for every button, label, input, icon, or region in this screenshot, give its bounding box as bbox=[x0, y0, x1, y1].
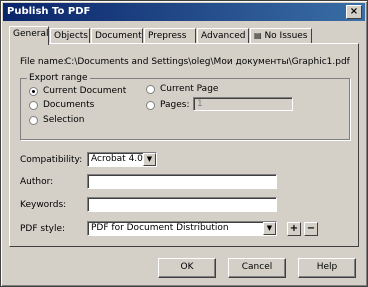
general-panel: File name: C:\Documents and Settings\ole… bbox=[9, 43, 359, 247]
publish-to-pdf-dialog: Publish To PDF × General Objects Documen… bbox=[0, 0, 368, 287]
current-page-label: Current Page bbox=[160, 84, 219, 94]
pdf-style-value: PDF for Document Distribution bbox=[91, 223, 229, 233]
help-button[interactable]: Help bbox=[298, 258, 356, 278]
chevron-down-icon[interactable]: ▼ bbox=[143, 153, 156, 166]
tab-objects[interactable]: Objects bbox=[50, 28, 90, 44]
keywords-label: Keywords: bbox=[20, 200, 67, 210]
cancel-button[interactable]: Cancel bbox=[228, 258, 286, 278]
radio-current-page[interactable] bbox=[146, 85, 155, 94]
pdf-style-label: PDF style: bbox=[20, 224, 66, 234]
export-range-group: Export range Current Document Documents … bbox=[20, 73, 350, 140]
title-bar: Publish To PDF × bbox=[3, 3, 365, 21]
tab-document[interactable]: Document bbox=[91, 28, 143, 44]
current-document-label: Current Document bbox=[43, 86, 127, 96]
compatibility-label: Compatibility: bbox=[20, 155, 83, 165]
add-style-button[interactable]: + bbox=[287, 222, 301, 236]
selection-label: Selection bbox=[43, 115, 85, 125]
radio-current-document[interactable] bbox=[29, 87, 38, 96]
file-name-value: C:\Documents and Settings\oleg\Мои докум… bbox=[65, 57, 350, 67]
export-range-title: Export range bbox=[27, 73, 90, 83]
file-name-label: File name: bbox=[20, 57, 67, 67]
pdf-style-select[interactable]: PDF for Document Distribution ▼ bbox=[87, 221, 277, 236]
ok-button[interactable]: OK bbox=[158, 258, 216, 278]
author-field[interactable] bbox=[87, 174, 277, 189]
window-title: Publish To PDF bbox=[7, 6, 91, 17]
radio-pages[interactable] bbox=[146, 101, 155, 110]
pages-label: Pages: bbox=[160, 100, 190, 110]
author-label: Author: bbox=[20, 177, 54, 187]
documents-label: Documents bbox=[43, 100, 95, 110]
close-button[interactable]: × bbox=[346, 5, 362, 19]
issues-icon: ▤ bbox=[254, 31, 262, 40]
tab-no-issues[interactable]: ▤ No Issues bbox=[250, 28, 312, 44]
compatibility-select[interactable]: Acrobat 4.0 ▼ bbox=[87, 152, 157, 167]
radio-documents[interactable] bbox=[29, 101, 38, 110]
pages-input[interactable]: 1 bbox=[193, 97, 293, 111]
compatibility-value: Acrobat 4.0 bbox=[91, 154, 143, 164]
tab-prepress[interactable]: Prepress bbox=[144, 28, 196, 44]
remove-style-button[interactable]: − bbox=[304, 222, 318, 236]
radio-selection[interactable] bbox=[29, 116, 38, 125]
tab-advanced[interactable]: Advanced bbox=[197, 28, 249, 44]
chevron-down-icon[interactable]: ▼ bbox=[263, 222, 276, 235]
keywords-field[interactable] bbox=[87, 197, 277, 212]
tab-general[interactable]: General bbox=[9, 26, 49, 45]
